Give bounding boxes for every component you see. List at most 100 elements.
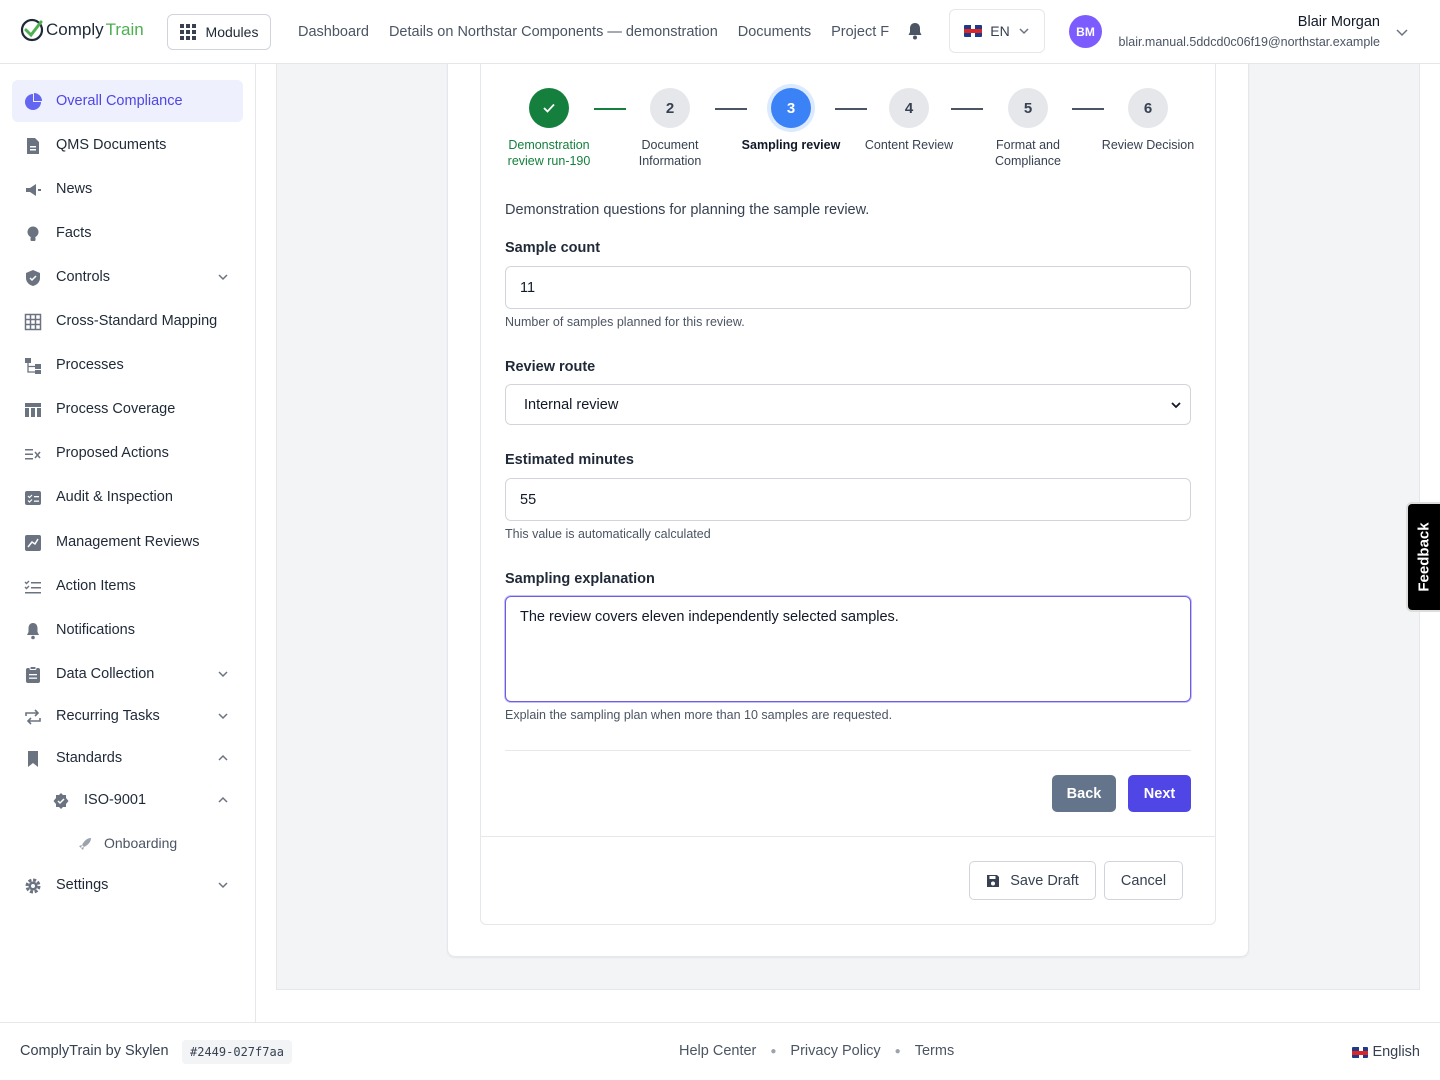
sidebar-item-label: Proposed Actions xyxy=(56,445,169,461)
nav-project[interactable]: Project F xyxy=(831,24,889,40)
sidebar-item-label: Processes xyxy=(56,357,124,373)
build-version-badge: #2449-027f7aa xyxy=(182,1040,292,1064)
language-code: EN xyxy=(990,23,1010,39)
sampling-explanation-textarea[interactable]: The review covers eleven independently s… xyxy=(505,596,1191,702)
save-draft-label: Save Draft xyxy=(1010,872,1079,889)
step-3-circle[interactable]: 3 xyxy=(771,88,811,128)
review-route-label: Review route xyxy=(505,359,596,375)
step-5-circle[interactable]: 5 xyxy=(1008,88,1048,128)
step-connector xyxy=(715,108,747,110)
sidebar-item-management-reviews[interactable]: Management Reviews xyxy=(12,521,243,563)
step-4-circle[interactable]: 4 xyxy=(889,88,929,128)
sidebar-item-onboarding[interactable]: Onboarding xyxy=(12,822,243,864)
sidebar-item-label: Data Collection xyxy=(56,666,155,682)
logo-text-train: Train xyxy=(105,20,144,39)
step-3-label: Sampling review xyxy=(741,138,841,152)
sample-count-input[interactable] xyxy=(505,266,1191,309)
sidebar-item-notifications[interactable]: Notifications xyxy=(12,609,243,651)
estimated-minutes-input[interactable] xyxy=(505,478,1191,521)
sidebar-item-label: News xyxy=(56,181,93,197)
modules-button[interactable]: Modules xyxy=(167,14,271,50)
estimated-minutes-label: Estimated minutes xyxy=(505,452,634,468)
checkmark-icon xyxy=(543,103,555,113)
review-route-value: Internal review xyxy=(524,396,619,413)
document-icon xyxy=(27,138,39,154)
sidebar-item-standards[interactable]: Standards xyxy=(12,737,243,779)
sidebar-item-cross-standard-mapping[interactable]: Cross-Standard Mapping xyxy=(12,300,243,342)
footer-link-terms[interactable]: Terms xyxy=(915,1043,954,1059)
user-name[interactable]: Blair Morgan xyxy=(1298,14,1380,30)
bookmark-icon xyxy=(28,751,38,767)
step-1-label: Demonstration review run-190 xyxy=(507,138,591,168)
step-6-circle[interactable]: 6 xyxy=(1128,88,1168,128)
user-menu-chevron-icon[interactable] xyxy=(1395,25,1409,39)
sidebar-item-recurring-tasks[interactable]: Recurring Tasks xyxy=(12,695,243,737)
sidebar-item-controls[interactable]: Controls xyxy=(12,256,243,298)
top-bar: Comply Train Modules Dashboard Details on… xyxy=(0,0,1440,64)
chevron-down-icon xyxy=(218,713,228,720)
checklist-icon xyxy=(25,491,41,505)
feedback-tab[interactable]: Feedback xyxy=(1406,502,1440,612)
step-2-circle[interactable]: 2 xyxy=(650,88,690,128)
step-6-label: Review Decision xyxy=(1101,138,1195,152)
sidebar-item-process-coverage[interactable]: Process Coverage xyxy=(12,388,243,430)
back-button[interactable]: Back xyxy=(1052,775,1116,812)
sidebar-item-label: Action Items xyxy=(56,578,136,594)
step-1-circle[interactable] xyxy=(529,88,569,128)
cancel-button[interactable]: Cancel xyxy=(1104,861,1183,900)
review-route-select[interactable]: Internal review xyxy=(505,384,1191,425)
uk-flag-icon xyxy=(1352,1046,1369,1058)
clipboard-icon xyxy=(26,666,40,683)
sidebar-item-label: Management Reviews xyxy=(56,534,200,550)
nav-dashboard[interactable]: Dashboard xyxy=(298,24,369,40)
footer-brand: ComplyTrain by Skylen xyxy=(20,1043,169,1059)
logo-check-icon xyxy=(20,18,44,42)
sidebar-item-iso-9001[interactable]: ISO-9001 xyxy=(12,779,243,821)
footer-link-help-center[interactable]: Help Center xyxy=(679,1043,756,1059)
feedback-label: Feedback xyxy=(1415,522,1433,592)
sidebar-item-proposed-actions[interactable]: Proposed Actions xyxy=(12,432,243,474)
chevron-down-icon xyxy=(218,671,228,678)
megaphone-icon xyxy=(26,184,41,196)
footer-language-selector[interactable]: English xyxy=(1352,1044,1420,1060)
repeat-icon xyxy=(25,709,41,725)
sidebar-item-news[interactable]: News xyxy=(12,168,243,210)
step-connector xyxy=(951,108,983,110)
app-logo[interactable]: Comply Train xyxy=(20,18,144,42)
table-icon xyxy=(24,313,42,331)
step-connector xyxy=(1072,108,1104,110)
sidebar-item-facts[interactable]: Facts xyxy=(12,212,243,254)
logo-text-comply: Comply xyxy=(46,20,104,39)
notifications-bell-icon[interactable] xyxy=(905,21,925,41)
sidebar-item-data-collection[interactable]: Data Collection xyxy=(12,653,243,695)
user-avatar[interactable]: BM xyxy=(1069,15,1102,48)
sidebar-item-action-items[interactable]: Action Items xyxy=(12,565,243,607)
sidebar-item-label: Settings xyxy=(56,877,109,893)
nav-documents[interactable]: Documents xyxy=(738,24,811,40)
sidebar-item-label: Process Coverage xyxy=(56,401,176,417)
sample-count-label: Sample count xyxy=(505,240,601,256)
nav-details[interactable]: Details on Northstar Components — demons… xyxy=(389,24,718,40)
sidebar-item-label: Cross-Standard Mapping xyxy=(56,313,218,329)
sidebar-item-qms-documents[interactable]: QMS Documents xyxy=(12,124,243,166)
step-2-label: Document Information xyxy=(638,138,702,168)
top-navigation: Dashboard Details on Northstar Component… xyxy=(298,0,898,64)
chevron-down-icon xyxy=(1019,28,1029,35)
sampling-explanation-label: Sampling explanation xyxy=(505,571,655,587)
bell-icon xyxy=(27,623,39,640)
page-footer: ComplyTrain by Skylen #2449-027f7aa Help… xyxy=(0,1022,1440,1080)
sidebar-item-overall-compliance[interactable]: Overall Compliance xyxy=(12,80,243,122)
sidebar-item-label: Facts xyxy=(56,225,92,241)
save-draft-button[interactable]: Save Draft xyxy=(969,861,1096,900)
next-button[interactable]: Next xyxy=(1128,775,1191,812)
chevron-down-icon xyxy=(218,882,228,889)
sidebar-item-processes[interactable]: Processes xyxy=(12,344,243,386)
language-selector[interactable]: EN xyxy=(949,9,1045,53)
step-connector xyxy=(594,108,626,110)
chevron-up-icon xyxy=(218,796,228,803)
sidebar-item-audit-inspection[interactable]: Audit & Inspection xyxy=(12,476,243,518)
step-5-label: Format and Compliance xyxy=(994,138,1061,168)
sidebar-item-settings[interactable]: Settings xyxy=(12,864,243,906)
sidebar-item-label: QMS Documents xyxy=(56,137,167,153)
footer-link-privacy-policy[interactable]: Privacy Policy xyxy=(790,1043,880,1059)
